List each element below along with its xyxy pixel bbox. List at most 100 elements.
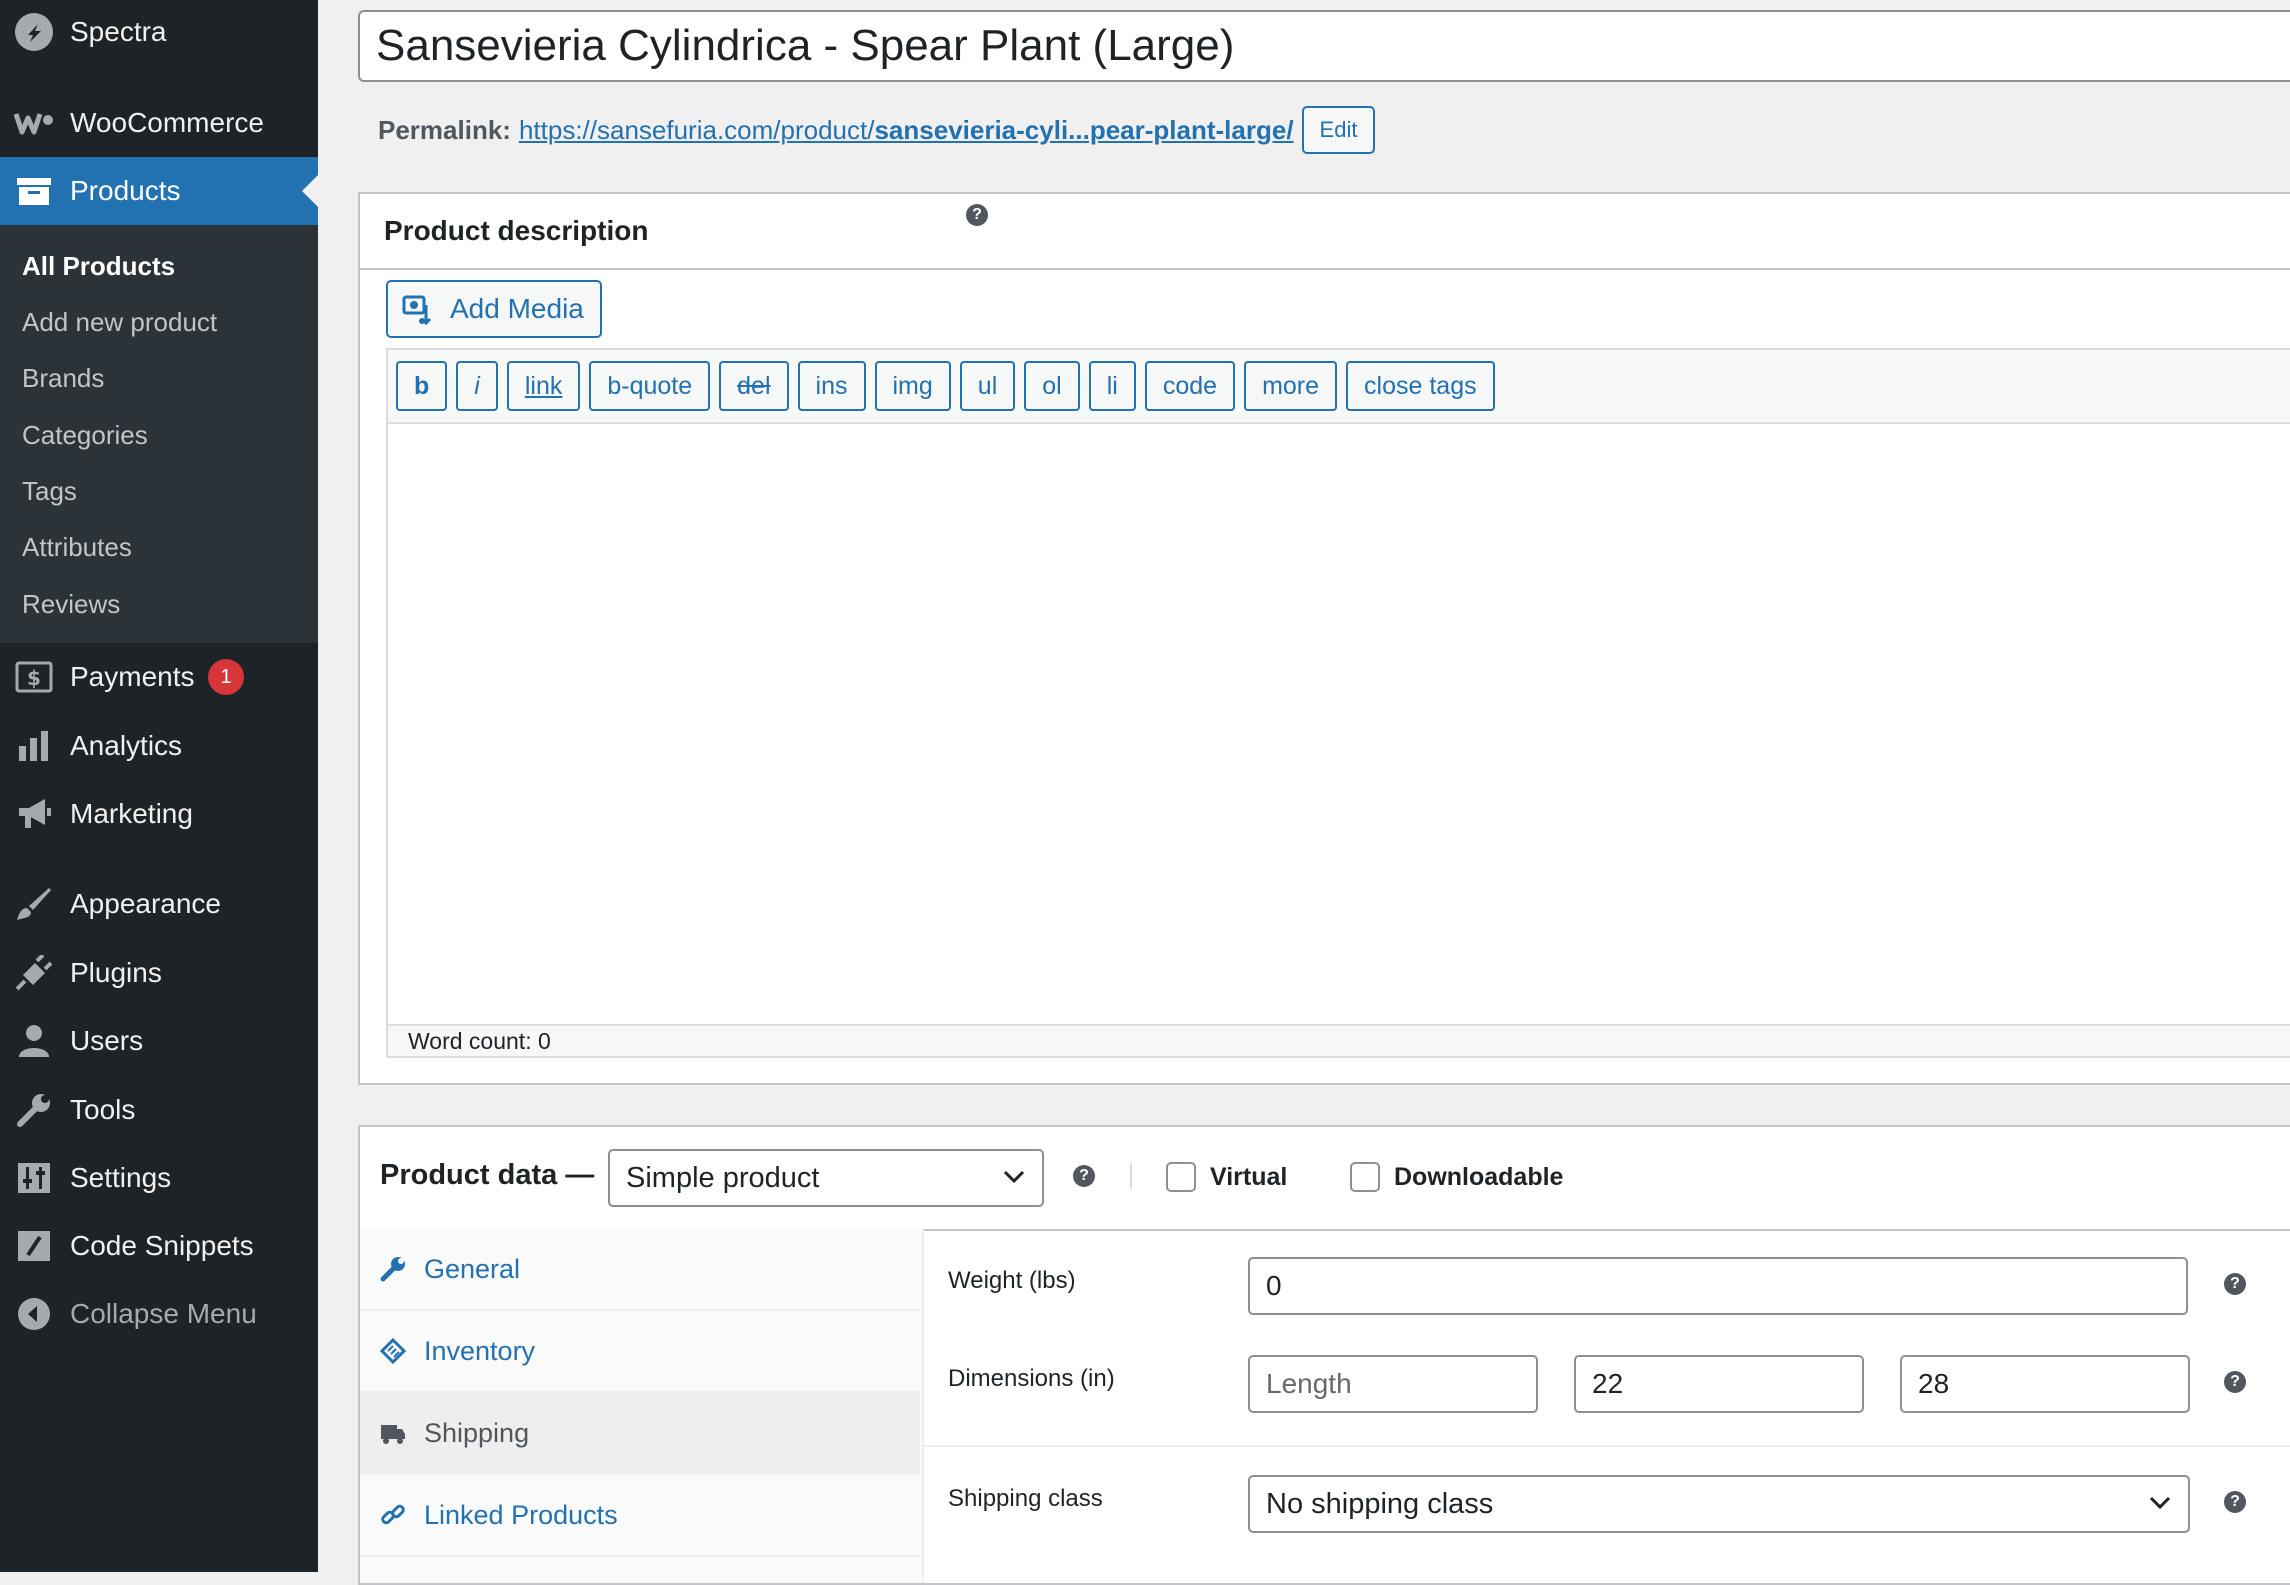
permalink-row: Permalink: https://sansefuria.com/produc… xyxy=(378,106,1376,154)
section-divider xyxy=(924,1445,2290,1447)
menu-label: Tools xyxy=(70,1094,136,1125)
qt-ins-button[interactable]: ins xyxy=(797,361,866,411)
submenu-brands[interactable]: Brands xyxy=(22,363,104,394)
product-title-input[interactable]: Sansevieria Cylindrica - Spear Plant (La… xyxy=(358,10,2290,82)
qt-italic-button[interactable]: i xyxy=(456,361,498,411)
height-input[interactable]: 28 xyxy=(1900,1355,2190,1413)
menu-item-users[interactable]: Users xyxy=(0,1011,318,1071)
add-media-button[interactable]: Add Media xyxy=(386,280,602,338)
add-media-icon xyxy=(402,293,436,325)
svg-text:$: $ xyxy=(27,666,41,690)
permalink-slug: sansevieria-cyli...pear-plant-large/ xyxy=(874,114,1294,145)
tab-label: Linked Products xyxy=(424,1499,618,1530)
menu-item-woocommerce[interactable]: WooCommerce xyxy=(0,93,318,153)
description-heading: Product description xyxy=(360,194,2290,270)
tab-label: General xyxy=(424,1253,521,1284)
help-icon[interactable]: ? xyxy=(2224,1491,2246,1513)
qt-link-button[interactable]: link xyxy=(506,361,581,411)
tab-linked-products[interactable]: Linked Products xyxy=(360,1475,920,1557)
weight-label: Weight (lbs) xyxy=(948,1267,1076,1294)
help-icon[interactable]: ? xyxy=(1073,1165,1095,1187)
submenu-tags[interactable]: Tags xyxy=(22,476,77,507)
product-data-box: Product data — Simple product ? Virtual … xyxy=(358,1125,2290,1585)
megaphone-icon xyxy=(12,792,56,836)
wrench-icon xyxy=(380,1256,406,1282)
menu-item-settings[interactable]: Settings xyxy=(0,1148,318,1208)
product-type-value: Simple product xyxy=(626,1161,820,1194)
length-input[interactable]: Length xyxy=(1248,1355,1538,1413)
menu-item-tools[interactable]: Tools xyxy=(0,1080,318,1140)
submenu-attributes[interactable]: Attributes xyxy=(22,532,132,563)
bar-chart-icon xyxy=(12,724,56,768)
collapse-arrow-icon xyxy=(12,1292,56,1336)
menu-label: Settings xyxy=(70,1162,172,1193)
width-input[interactable]: 22 xyxy=(1574,1355,1864,1413)
tab-general[interactable]: General xyxy=(360,1229,920,1311)
admin-sidebar: Spectra WooCommerce Products All Product… xyxy=(0,0,318,1572)
menu-label: Collapse Menu xyxy=(70,1298,257,1329)
qt-close-tags-button[interactable]: close tags xyxy=(1346,361,1495,411)
shipping-class-select[interactable]: No shipping class xyxy=(1248,1475,2190,1533)
menu-label: Plugins xyxy=(70,957,162,988)
menu-item-products[interactable]: Products xyxy=(0,157,318,225)
tab-label: Shipping xyxy=(424,1417,530,1448)
menu-item-code-snippets[interactable]: Code Snippets xyxy=(0,1216,318,1276)
virtual-checkbox-row[interactable]: Virtual xyxy=(1166,1162,1287,1192)
submenu-add-new-product[interactable]: Add new product xyxy=(22,307,217,338)
help-icon[interactable]: ? xyxy=(2224,1371,2246,1393)
description-textarea[interactable] xyxy=(386,424,2290,1024)
woocommerce-icon xyxy=(12,101,56,145)
qt-more-button[interactable]: more xyxy=(1244,361,1338,411)
product-data-heading: Product data — xyxy=(380,1159,595,1191)
wrench-icon xyxy=(12,1088,56,1132)
weight-input[interactable]: 0 xyxy=(1248,1257,2188,1315)
header-divider xyxy=(1130,1163,1132,1189)
tab-shipping[interactable]: Shipping xyxy=(360,1393,920,1475)
submenu-categories[interactable]: Categories xyxy=(22,420,148,451)
qt-img-button[interactable]: img xyxy=(874,361,951,411)
shipping-class-label: Shipping class xyxy=(948,1485,1103,1512)
link-icon xyxy=(380,1502,406,1528)
tab-inventory[interactable]: Inventory xyxy=(360,1311,920,1393)
menu-item-analytics[interactable]: Analytics xyxy=(0,716,318,776)
qt-li-button[interactable]: li xyxy=(1088,361,1136,411)
user-icon xyxy=(12,1019,56,1063)
downloadable-label: Downloadable xyxy=(1394,1162,1564,1191)
permalink-link[interactable]: https://sansefuria.com/product/sansevier… xyxy=(519,115,1294,146)
chevron-down-icon xyxy=(1002,1169,1026,1185)
payments-icon: $ xyxy=(12,655,56,699)
help-icon[interactable]: ? xyxy=(966,204,988,226)
menu-item-spectra[interactable]: Spectra xyxy=(0,2,318,62)
virtual-checkbox[interactable] xyxy=(1166,1162,1196,1192)
product-type-select[interactable]: Simple product xyxy=(608,1149,1044,1207)
submenu-all-products[interactable]: All Products xyxy=(22,251,175,282)
qt-code-button[interactable]: code xyxy=(1144,361,1236,411)
qt-del-button[interactable]: del xyxy=(719,361,789,411)
help-icon[interactable]: ? xyxy=(2224,1273,2246,1295)
qt-ol-button[interactable]: ol xyxy=(1024,361,1080,411)
product-data-tabs: General Inventory Shipping Linked Produc… xyxy=(360,1229,924,1583)
qt-bold-button[interactable]: b xyxy=(396,361,448,411)
submenu-reviews[interactable]: Reviews xyxy=(22,589,120,620)
code-snippet-icon xyxy=(12,1224,56,1268)
menu-item-appearance[interactable]: Appearance xyxy=(0,874,318,934)
edit-permalink-button[interactable]: Edit xyxy=(1301,106,1376,154)
notification-badge: 1 xyxy=(208,659,244,695)
menu-item-marketing[interactable]: Marketing xyxy=(0,784,318,844)
downloadable-checkbox-row[interactable]: Downloadable xyxy=(1350,1162,1563,1192)
menu-label: WooCommerce xyxy=(70,107,264,138)
downloadable-checkbox[interactable] xyxy=(1350,1162,1380,1192)
menu-label: Users xyxy=(70,1025,144,1056)
menu-label: Code Snippets xyxy=(70,1230,254,1261)
collapse-menu-button[interactable]: Collapse Menu xyxy=(0,1284,318,1344)
menu-item-plugins[interactable]: Plugins xyxy=(0,943,318,1003)
archive-box-icon xyxy=(12,169,56,213)
dimensions-label: Dimensions (in) xyxy=(948,1365,1115,1392)
qt-blockquote-button[interactable]: b-quote xyxy=(589,361,711,411)
product-data-header: Product data — Simple product ? Virtual … xyxy=(360,1127,2290,1231)
product-description-box: Product description Add Media ? b i link… xyxy=(358,192,2290,1085)
qt-ul-button[interactable]: ul xyxy=(959,361,1016,411)
menu-item-payments[interactable]: $ Payments 1 xyxy=(0,647,318,707)
permalink-label: Permalink: xyxy=(378,114,511,145)
chevron-down-icon xyxy=(2148,1495,2172,1511)
